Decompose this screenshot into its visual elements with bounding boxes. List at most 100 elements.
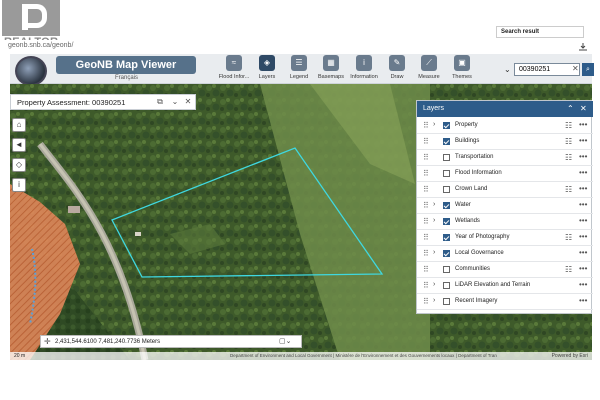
chevron-right-icon[interactable]: › bbox=[433, 297, 435, 304]
layer-label: Transportation bbox=[455, 154, 494, 160]
measure-icon: ⟋ bbox=[421, 55, 437, 71]
chevron-right-icon[interactable]: › bbox=[433, 121, 435, 128]
layer-row-transportation[interactable]: ⠿ Transportation ☷ ••• bbox=[417, 150, 593, 166]
close-icon[interactable]: ✕ bbox=[183, 97, 193, 107]
more-options-icon[interactable]: ••• bbox=[579, 168, 587, 177]
drag-handle-icon[interactable]: ⠿ bbox=[423, 185, 429, 194]
toolbar-draw-button[interactable]: ✎ Draw bbox=[379, 55, 415, 85]
drag-handle-icon[interactable]: ⠿ bbox=[423, 137, 429, 146]
more-options-icon[interactable]: ••• bbox=[579, 184, 587, 193]
more-options-icon[interactable]: ••• bbox=[579, 136, 587, 145]
chevron-right-icon[interactable]: › bbox=[433, 249, 435, 256]
toolbar-information-button[interactable]: i Information bbox=[346, 55, 382, 85]
tool-label: Legend bbox=[289, 74, 309, 80]
powered-by-text[interactable]: Powered by Esri bbox=[552, 353, 588, 359]
basemaps-icon: ▦ bbox=[323, 55, 339, 71]
layer-row-lidar[interactable]: ⠿ › LiDAR Elevation and Terrain ••• bbox=[417, 278, 593, 294]
language-link[interactable]: Français bbox=[115, 75, 138, 81]
layer-row-flood-information[interactable]: ⠿ Flood Information ••• bbox=[417, 166, 593, 182]
layer-row-property[interactable]: ⠿ › Property ☷ ••• bbox=[417, 118, 593, 134]
url-text[interactable]: geonb.snb.ca/geonb/ bbox=[8, 42, 73, 49]
layer-checkbox[interactable] bbox=[443, 282, 450, 289]
chevron-down-icon[interactable]: ▢⌄ bbox=[279, 337, 291, 345]
drag-handle-icon[interactable]: ⠿ bbox=[423, 217, 429, 226]
info-icon: i bbox=[356, 55, 372, 71]
layer-checkbox[interactable] bbox=[443, 266, 450, 273]
chevron-right-icon[interactable]: › bbox=[433, 281, 435, 288]
layer-checkbox[interactable] bbox=[443, 138, 450, 145]
layer-checkbox[interactable] bbox=[443, 170, 450, 177]
app-header: GeoNB Map Viewer Français ≈ Flood Infor.… bbox=[10, 54, 594, 86]
layer-row-crown-land[interactable]: ⠿ Crown Land ☷ ••• bbox=[417, 182, 593, 198]
layer-row-recent-imagery[interactable]: ⠿ › Recent Imagery ••• bbox=[417, 294, 593, 310]
layer-checkbox[interactable] bbox=[443, 202, 450, 209]
drag-handle-icon[interactable]: ⠿ bbox=[423, 121, 429, 130]
toolbar-legend-button[interactable]: ☰ Legend bbox=[281, 55, 317, 85]
more-options-icon[interactable]: ••• bbox=[579, 264, 587, 273]
legend-icon[interactable]: ☷ bbox=[565, 137, 572, 146]
layer-checkbox[interactable] bbox=[443, 154, 450, 161]
more-options-icon[interactable]: ••• bbox=[579, 216, 587, 225]
layer-row-water[interactable]: ⠿ › Water ••• bbox=[417, 198, 593, 214]
chevron-down-icon[interactable]: ⌄ bbox=[170, 97, 180, 107]
layer-row-wetlands[interactable]: ⠿ › Wetlands ••• bbox=[417, 214, 593, 230]
legend-icon[interactable]: ☷ bbox=[565, 185, 572, 194]
legend-icon: ☰ bbox=[291, 55, 307, 71]
toolbar-themes-button[interactable]: ▣ Themes bbox=[444, 55, 480, 85]
more-options-icon[interactable]: ••• bbox=[579, 152, 587, 161]
search-result-dropdown[interactable]: Search result bbox=[496, 26, 584, 38]
legend-icon[interactable]: ☷ bbox=[565, 121, 572, 130]
search-button[interactable]: ⌕ bbox=[582, 63, 594, 76]
layer-row-buildings[interactable]: ⠿ Buildings ☷ ••• bbox=[417, 134, 593, 150]
popout-icon[interactable]: ⧉ bbox=[155, 97, 165, 107]
drag-handle-icon[interactable]: ⠿ bbox=[423, 233, 429, 242]
drag-handle-icon[interactable]: ⠿ bbox=[423, 249, 429, 258]
chevron-right-icon[interactable]: › bbox=[433, 217, 435, 224]
more-options-icon[interactable]: ••• bbox=[579, 200, 587, 209]
layer-row-local-governance[interactable]: ⠿ › Local Governance ••• bbox=[417, 246, 593, 262]
layer-row-year-of-photography[interactable]: ⠿ Year of Photography ☷ ••• bbox=[417, 230, 593, 246]
scale-bar: 20 m bbox=[14, 353, 26, 359]
layer-checkbox[interactable] bbox=[443, 298, 450, 305]
more-options-icon[interactable]: ••• bbox=[579, 232, 587, 241]
toolbar-measure-button[interactable]: ⟋ Measure bbox=[411, 55, 447, 85]
crosshair-icon[interactable]: ✛ bbox=[44, 337, 51, 346]
drag-handle-icon[interactable]: ⠿ bbox=[423, 201, 429, 210]
toolbar-basemaps-button[interactable]: ▦ Basemaps bbox=[313, 55, 349, 85]
toolbar-flood-button[interactable]: ≈ Flood Infor... bbox=[216, 55, 252, 85]
layer-checkbox[interactable] bbox=[443, 218, 450, 225]
close-icon[interactable]: ✕ bbox=[580, 101, 587, 117]
home-icon[interactable]: ⌂ bbox=[12, 118, 26, 132]
legend-icon[interactable]: ☷ bbox=[565, 233, 572, 242]
more-options-icon[interactable]: ••• bbox=[579, 248, 587, 257]
collapse-icon[interactable]: ⌃ bbox=[567, 101, 574, 117]
back-icon[interactable]: ◄ bbox=[12, 138, 26, 152]
close-icon[interactable]: ✕ bbox=[572, 64, 579, 73]
info-icon[interactable]: i bbox=[12, 178, 26, 192]
layer-checkbox[interactable] bbox=[443, 186, 450, 193]
locate-icon[interactable]: ◇ bbox=[12, 158, 26, 172]
screenshot-frame: REALTOR geonb.snb.ca/geonb/ GeoNB Map Vi… bbox=[0, 0, 600, 400]
layer-checkbox[interactable] bbox=[443, 234, 450, 241]
more-options-icon[interactable]: ••• bbox=[579, 120, 587, 129]
download-icon[interactable] bbox=[578, 42, 588, 52]
search-input[interactable] bbox=[514, 63, 580, 76]
legend-icon[interactable]: ☷ bbox=[565, 265, 572, 274]
layer-checkbox[interactable] bbox=[443, 122, 450, 129]
drag-handle-icon[interactable]: ⠿ bbox=[423, 265, 429, 274]
layer-row-communities[interactable]: ⠿ Communities ☷ ••• bbox=[417, 262, 593, 278]
drag-handle-icon[interactable]: ⠿ bbox=[423, 281, 429, 290]
chevron-right-icon[interactable]: › bbox=[433, 201, 435, 208]
draw-icon: ✎ bbox=[389, 55, 405, 71]
drag-handle-icon[interactable]: ⠿ bbox=[423, 169, 429, 178]
layer-checkbox[interactable] bbox=[443, 250, 450, 257]
more-options-icon[interactable]: ••• bbox=[579, 280, 587, 289]
layer-label: Buildings bbox=[455, 138, 480, 144]
legend-icon[interactable]: ☷ bbox=[565, 153, 572, 162]
tool-label: Flood Infor... bbox=[218, 74, 250, 80]
chevron-down-icon[interactable]: ⌄ bbox=[504, 65, 511, 74]
drag-handle-icon[interactable]: ⠿ bbox=[423, 297, 429, 306]
drag-handle-icon[interactable]: ⠿ bbox=[423, 153, 429, 162]
toolbar-layers-button[interactable]: ◈ Layers bbox=[249, 55, 285, 85]
more-options-icon[interactable]: ••• bbox=[579, 296, 587, 305]
